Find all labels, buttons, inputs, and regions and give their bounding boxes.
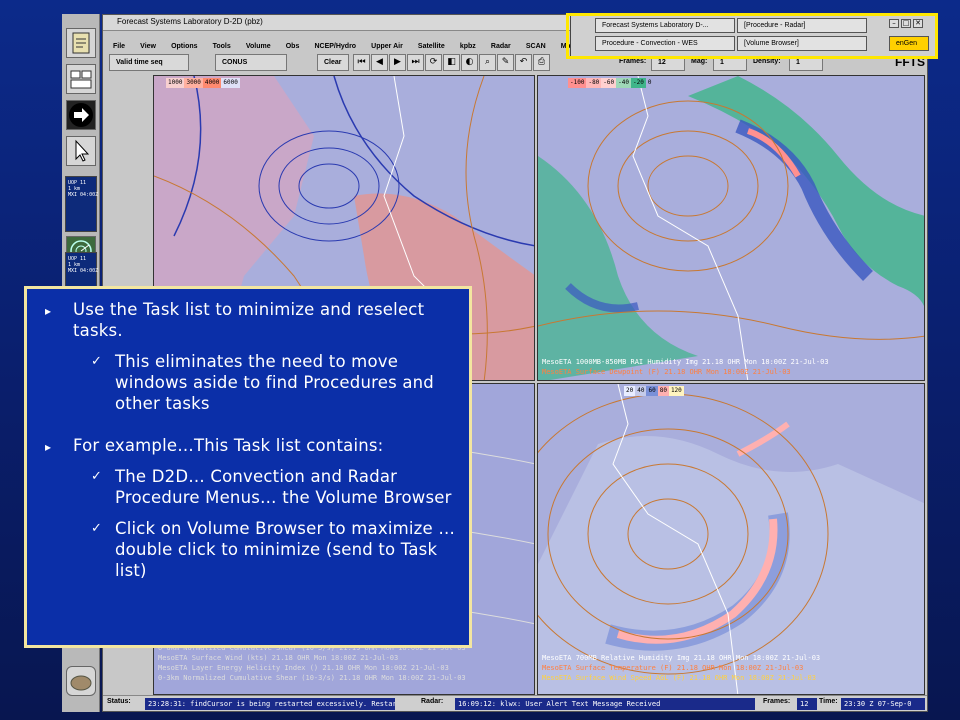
- status-label: Status:: [107, 698, 131, 705]
- bottom-right-map: [538, 384, 924, 694]
- bottom-left-legend-2: MesoETA Surface Wind (kts) 21.18 OHR Mon…: [158, 654, 399, 662]
- top-left-colorbar: 1000 3000 4000 6000: [166, 78, 240, 88]
- time-label: Time:: [819, 698, 838, 705]
- colorbar-tick-5: 120: [668, 386, 684, 396]
- print-icon[interactable]: ⎙: [533, 54, 550, 71]
- colorbar-tick-5: -20: [630, 78, 646, 88]
- forward-arrow-icon[interactable]: [66, 100, 96, 130]
- callout-box: ▸ Use the Task list to minimize and rese…: [24, 286, 472, 648]
- menu-kpbz[interactable]: kpbz: [460, 43, 476, 50]
- menu-tools[interactable]: Tools: [213, 43, 231, 50]
- menu-volume[interactable]: Volume: [246, 43, 271, 50]
- time-value: 23:30 Z 07-Sep-0: [841, 698, 925, 710]
- image-combine-icon[interactable]: ◧: [443, 54, 460, 71]
- bullet-2-sub-2-text: Click on Volume Browser to maximize …dou…: [115, 519, 456, 580]
- colormap-icon[interactable]: ◐: [461, 54, 478, 71]
- frames-status-value: 12: [797, 698, 817, 710]
- density-value: 1: [796, 59, 800, 66]
- menu-obs[interactable]: Obs: [286, 43, 300, 50]
- colorbar-tick-2: -80: [586, 78, 602, 88]
- map-thumbnail-1[interactable]: UOP 11 1 km MXI 04:00Z: [65, 176, 98, 232]
- mag-value: 1: [720, 59, 724, 66]
- colorbar-tick-3: 60: [646, 386, 658, 396]
- colorbar-tick-3: -60: [601, 78, 617, 88]
- scale-value: CONUS: [222, 59, 248, 66]
- colorbar-tick-2: 40: [635, 386, 647, 396]
- colorbar-tick-1: 1000: [166, 78, 185, 88]
- bullet-1-sub-1-text: This eliminates the need to move windows…: [115, 352, 434, 413]
- top-right-colorbar: -100 -80 -60 -40 -20 0: [568, 78, 654, 88]
- bullet-2: ▸ For example…This Task list contains:: [39, 435, 457, 456]
- frames-status-label: Frames:: [763, 698, 791, 705]
- colorbar-tick-2: 3000: [184, 78, 203, 88]
- colorbar-tick-4: -40: [616, 78, 631, 88]
- pointer-icon[interactable]: [66, 136, 96, 166]
- scale-select[interactable]: CONUS: [215, 54, 287, 71]
- menu-upper-air[interactable]: Upper Air: [371, 43, 403, 50]
- loop-icon[interactable]: ⟳: [425, 54, 442, 71]
- check-icon: ✓: [91, 354, 103, 369]
- bottom-right-legend-2: MesoETA Surface Temperature (F) 21.18 OH…: [542, 664, 804, 672]
- menu-view[interactable]: View: [140, 43, 156, 50]
- bottom-right-legend-1: MesoETA 700MB Relative Humidity Img 21.1…: [542, 654, 821, 662]
- window-layout-icon[interactable]: [66, 64, 96, 94]
- frames-label: Frames:: [619, 58, 647, 65]
- status-message[interactable]: 23:28:31: findCursor is being restarted …: [145, 698, 395, 710]
- density-label: Density:: [753, 58, 781, 65]
- bullet-2-sub-1: ✓ The D2D… Convection and Radar Procedur…: [39, 466, 457, 508]
- top-right-legend-2: MesoETA Surface Dewpoint (F) 21.18 OHR M…: [542, 368, 791, 376]
- colorbar-tick-6: 0: [645, 78, 654, 88]
- menu-ncep-hydro[interactable]: NCEP/Hydro: [314, 43, 356, 50]
- step-back-icon[interactable]: ◀: [371, 54, 388, 71]
- undo-icon[interactable]: ↶: [515, 54, 532, 71]
- radar-label: Radar:: [421, 698, 444, 705]
- step-forward-icon[interactable]: ▶: [389, 54, 406, 71]
- map-panel-bottom-right[interactable]: 20 40 60 80 120 MesoETA 700MB Relative H…: [537, 383, 925, 695]
- check-icon: ✓: [91, 469, 103, 484]
- check-icon: ✓: [91, 521, 103, 536]
- time-mode-value: Valid time seq: [116, 59, 163, 66]
- clipboard-icon[interactable]: [66, 28, 96, 58]
- bullet-2-sub-1-text: The D2D… Convection and Radar Procedure …: [115, 467, 452, 507]
- colorbar-tick-4: 6000: [221, 78, 240, 88]
- rock-icon[interactable]: [66, 666, 96, 696]
- colorbar-tick-4: 80: [657, 386, 669, 396]
- bullet-1: ▸ Use the Task list to minimize and rese…: [39, 299, 457, 341]
- mag-label: Mag:: [691, 58, 708, 65]
- colorbar-tick-1: 20: [624, 386, 636, 396]
- radar-message[interactable]: 16:09:12: klwx: User Alert Text Message …: [455, 698, 755, 710]
- clear-label: Clear: [324, 59, 342, 66]
- menu-radar[interactable]: Radar: [491, 43, 511, 50]
- draw-icon[interactable]: ✎: [497, 54, 514, 71]
- bullet-arrow-icon: ▸: [45, 304, 52, 318]
- task-list-highlight: [566, 13, 938, 59]
- menu-scan[interactable]: SCAN: [526, 43, 546, 50]
- top-right-map: [538, 76, 924, 380]
- last-frame-icon[interactable]: ⏭: [407, 54, 424, 71]
- bullet-2-text: For example…This Task list contains:: [73, 436, 384, 455]
- map-panel-top-right[interactable]: -100 -80 -60 -40 -20 0 MesoETA 1000MB-85…: [537, 75, 925, 381]
- menu-options[interactable]: Options: [171, 43, 197, 50]
- bullet-2-sub-2: ✓ Click on Volume Browser to maximize …d…: [39, 518, 457, 581]
- status-bar: Status: 23:28:31: findCursor is being re…: [103, 695, 927, 711]
- bullet-1-sub-1: ✓ This eliminates the need to move windo…: [39, 351, 457, 414]
- bottom-right-colorbar: 20 40 60 80 120: [624, 386, 684, 396]
- first-frame-icon[interactable]: ⏮: [353, 54, 370, 71]
- bullet-1-text: Use the Task list to minimize and resele…: [73, 300, 425, 340]
- bottom-left-legend-4: 0-3km Normalized Cumulative Shear (10-3/…: [158, 674, 466, 682]
- zoom-icon[interactable]: ⌕: [479, 54, 496, 71]
- top-right-legend-1: MesoETA 1000MB-850MB RAI Humidity Img 21…: [542, 358, 829, 366]
- bottom-left-legend-3: MesoETA Layer Energy Helicity Index () 2…: [158, 664, 449, 672]
- colorbar-tick-3: 4000: [202, 78, 222, 88]
- window-title: Forecast Systems Laboratory D-2D (pbz): [117, 17, 263, 26]
- colorbar-tick-1: -100: [568, 78, 587, 88]
- menu-file[interactable]: File: [113, 43, 125, 50]
- bottom-right-legend-3: MesoETA Surface Wind Speed AGL (F) 21.18…: [542, 674, 816, 682]
- clear-button[interactable]: Clear: [317, 54, 349, 71]
- time-mode-select[interactable]: Valid time seq: [109, 54, 189, 71]
- bullet-arrow-icon: ▸: [45, 440, 52, 454]
- menu-satellite[interactable]: Satellite: [418, 43, 445, 50]
- frames-value: 12: [658, 59, 666, 66]
